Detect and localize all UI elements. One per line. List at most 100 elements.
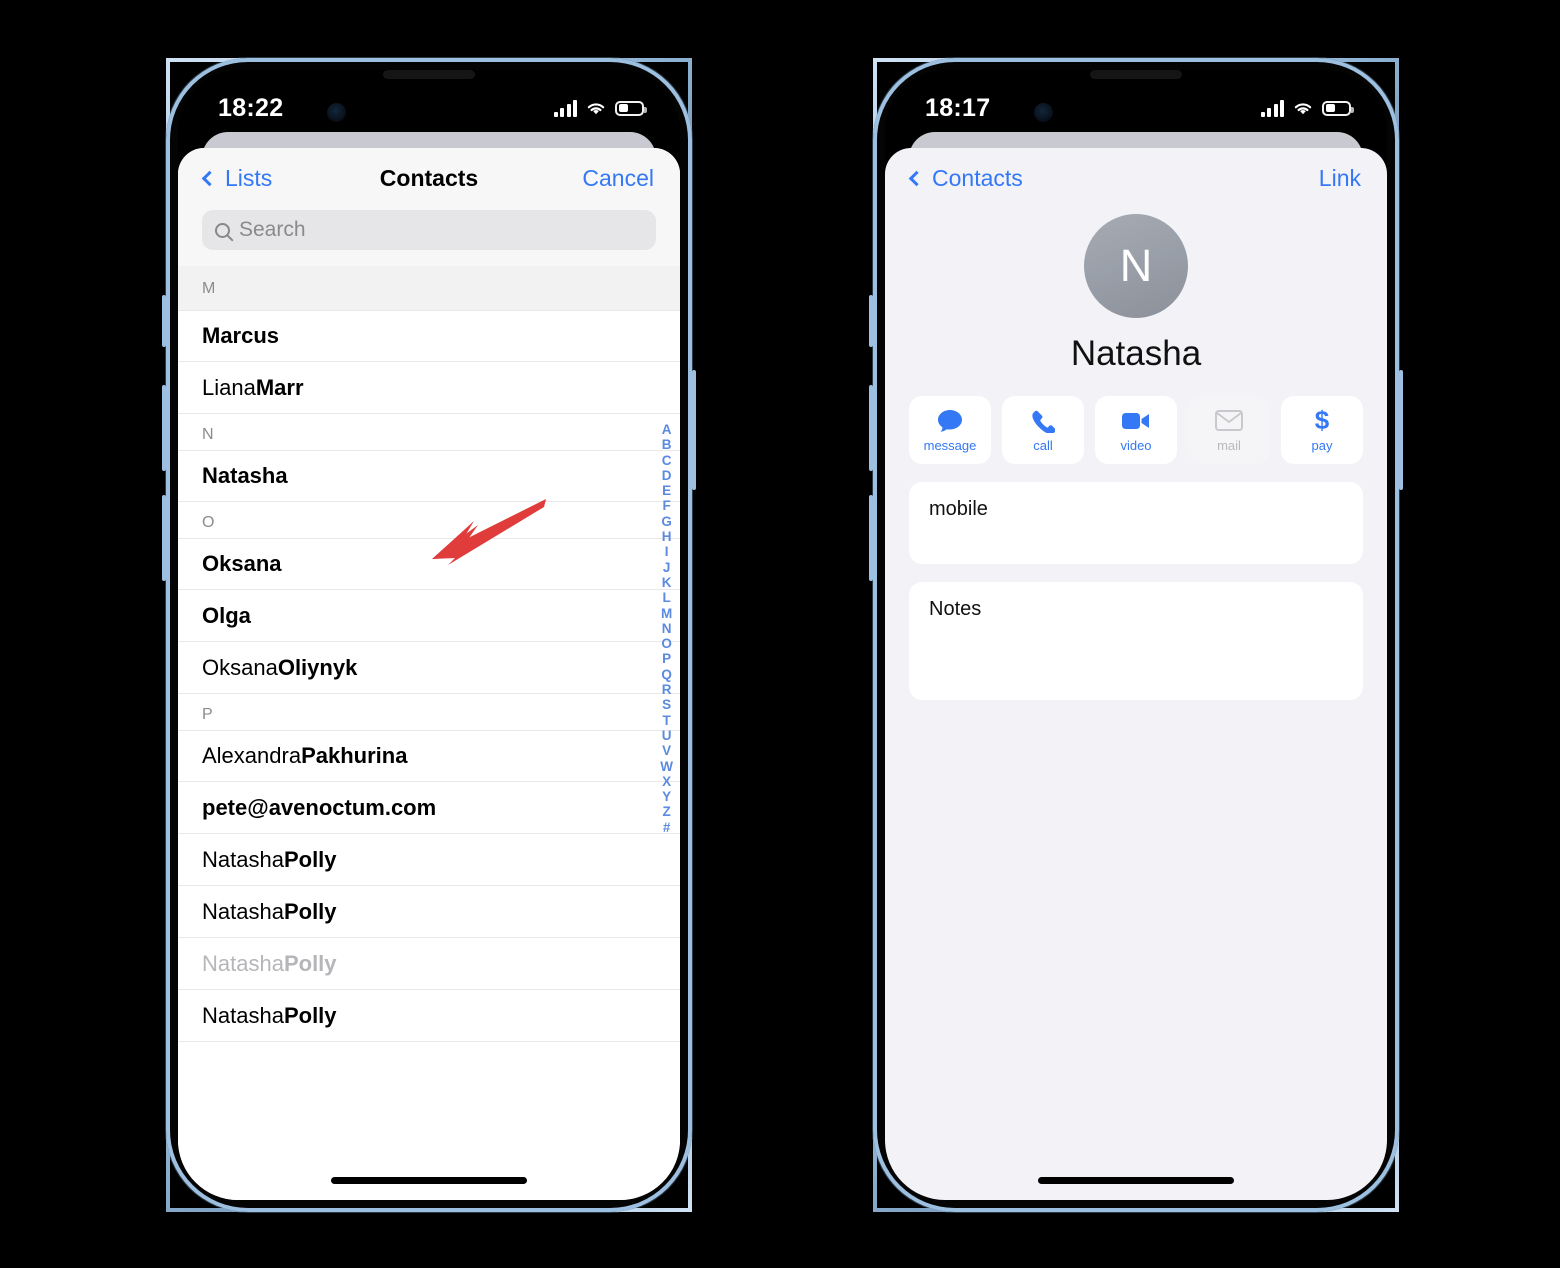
front-camera-icon xyxy=(1034,103,1053,122)
contact-last-name: Pakhurina xyxy=(301,743,408,768)
action-call-button[interactable]: call xyxy=(1002,396,1084,464)
alpha-index-o[interactable]: O xyxy=(661,636,672,651)
power-button[interactable] xyxy=(692,370,696,490)
contact-row[interactable]: Natasha Polly xyxy=(178,834,680,886)
contact-row[interactable]: Natasha Polly xyxy=(178,990,680,1042)
alpha-index-w[interactable]: W xyxy=(660,759,673,774)
alpha-index-e[interactable]: E xyxy=(662,483,671,498)
section-header-o: O xyxy=(178,502,680,538)
contact-last-name: Oksana xyxy=(202,551,282,576)
mute-switch[interactable] xyxy=(869,295,873,347)
contact-row[interactable]: Oksana xyxy=(178,538,680,590)
search-input[interactable]: Search xyxy=(202,210,656,250)
avatar: N xyxy=(1084,214,1188,318)
back-to-contacts-button[interactable]: Contacts xyxy=(908,164,1023,192)
contact-row[interactable]: pete@avenoctum.com xyxy=(178,782,680,834)
back-to-lists-button[interactable]: Lists xyxy=(201,165,272,192)
alpha-index-f[interactable]: F xyxy=(663,498,671,513)
contacts-list[interactable]: M Marcus Liana Marr N Natasha O Oksana Olga Oksa… xyxy=(178,266,680,1200)
action-video-button[interactable]: video xyxy=(1095,396,1177,464)
alpha-index-h[interactable]: H xyxy=(662,529,672,544)
contact-last-name: Polly xyxy=(283,898,337,924)
volume-down-button[interactable] xyxy=(869,495,873,581)
contact-row[interactable]: Natasha Polly xyxy=(178,886,680,938)
contact-last-name: Oliynyk xyxy=(277,654,358,680)
contact-last-name: Marcus xyxy=(202,323,280,348)
link-button[interactable]: Link xyxy=(1319,165,1361,192)
alpha-index-x[interactable]: X xyxy=(662,774,671,789)
alpha-index-y[interactable]: Y xyxy=(662,789,671,804)
contact-row[interactable]: Olga xyxy=(178,590,680,642)
status-clock: 18:22 xyxy=(218,93,284,122)
alpha-index-u[interactable]: U xyxy=(662,728,672,743)
contact-row[interactable]: Natasha xyxy=(178,450,680,502)
cellular-bars-icon xyxy=(1260,99,1284,117)
contact-row[interactable]: Oksana Oliynyk xyxy=(178,642,680,694)
volume-up-button[interactable] xyxy=(162,385,166,471)
status-indicators xyxy=(553,99,647,117)
action-label: call xyxy=(1033,437,1053,453)
alpha-index-k[interactable]: K xyxy=(662,575,672,590)
alpha-index-c[interactable]: C xyxy=(662,453,672,468)
battery-icon xyxy=(1322,100,1354,116)
left-phone-screen: 18:22 Lists Contacts Cancel Search M Mar… xyxy=(178,70,680,1200)
alpha-index-r[interactable]: R xyxy=(662,682,672,697)
alpha-index-m[interactable]: M xyxy=(661,606,672,621)
action-label: message xyxy=(923,437,977,453)
action-label: video xyxy=(1120,437,1152,453)
action-pay-button[interactable]: $ pay xyxy=(1281,396,1363,464)
alpha-index-l[interactable]: L xyxy=(663,590,671,605)
earpiece-speaker xyxy=(383,70,475,79)
action-message-button[interactable]: message xyxy=(909,396,991,464)
contact-first-name: Natasha xyxy=(202,898,284,924)
contact-last-name: Natasha xyxy=(202,463,288,488)
quick-actions-row: message call video mail $ pay xyxy=(885,374,1387,464)
mute-switch[interactable] xyxy=(162,295,166,347)
home-indicator[interactable] xyxy=(1038,1177,1234,1184)
contact-first-name: Alexandra xyxy=(202,743,302,768)
alpha-index-z[interactable]: Z xyxy=(663,804,671,819)
alphabet-index-strip[interactable]: A B C D E F G H I J K L M N O P Q R S T U V W X Y Z # xyxy=(660,422,673,835)
right-phone-screen: 18:17 Contacts Link N Natasha message ca… xyxy=(885,70,1387,1200)
alpha-index-v[interactable]: V xyxy=(662,743,671,758)
dollar-sign-icon: $ xyxy=(1313,407,1331,434)
cancel-button[interactable]: Cancel xyxy=(582,165,654,192)
alpha-index-t[interactable]: T xyxy=(663,713,671,728)
alpha-index-j[interactable]: J xyxy=(663,560,671,575)
alpha-index-n[interactable]: N xyxy=(662,621,672,636)
phone-field-value xyxy=(929,521,1343,545)
alpha-index-hash[interactable]: # xyxy=(663,820,671,835)
volume-up-button[interactable] xyxy=(869,385,873,471)
envelope-icon xyxy=(1215,408,1243,434)
alpha-index-a[interactable]: A xyxy=(662,422,672,437)
right-navigation-bar: Contacts Link xyxy=(885,148,1387,208)
alpha-index-i[interactable]: I xyxy=(665,544,669,559)
left-navigation-bar: Lists Contacts Cancel xyxy=(178,148,680,208)
contact-row[interactable]: Natasha Polly xyxy=(178,938,680,990)
contact-row[interactable]: Marcus xyxy=(178,310,680,362)
action-mail-button: mail xyxy=(1188,396,1270,464)
alpha-index-d[interactable]: D xyxy=(662,468,672,483)
cellular-bars-icon xyxy=(553,99,577,117)
back-button-label: Contacts xyxy=(932,164,1023,191)
status-indicators xyxy=(1260,99,1354,117)
svg-text:$: $ xyxy=(1315,407,1330,434)
home-indicator[interactable] xyxy=(331,1177,527,1184)
alpha-index-q[interactable]: Q xyxy=(661,667,672,682)
notes-field-label: Notes xyxy=(929,598,982,620)
section-header-n: N xyxy=(178,414,680,450)
phone-field-card[interactable]: mobile xyxy=(909,482,1363,564)
alpha-index-s[interactable]: S xyxy=(662,697,671,712)
contact-last-name: Marr xyxy=(255,374,304,400)
alpha-index-g[interactable]: G xyxy=(661,514,672,529)
contact-row[interactable]: Alexandra Pakhurina xyxy=(178,730,680,782)
alpha-index-p[interactable]: P xyxy=(662,651,671,666)
power-button[interactable] xyxy=(1399,370,1403,490)
notes-field-card[interactable]: Notes xyxy=(909,582,1363,700)
search-container: Search xyxy=(178,208,680,266)
chevron-left-icon xyxy=(201,170,218,187)
alpha-index-b[interactable]: B xyxy=(662,437,672,452)
wifi-icon xyxy=(587,102,605,114)
volume-down-button[interactable] xyxy=(162,495,166,581)
contact-row[interactable]: Liana Marr xyxy=(178,362,680,414)
